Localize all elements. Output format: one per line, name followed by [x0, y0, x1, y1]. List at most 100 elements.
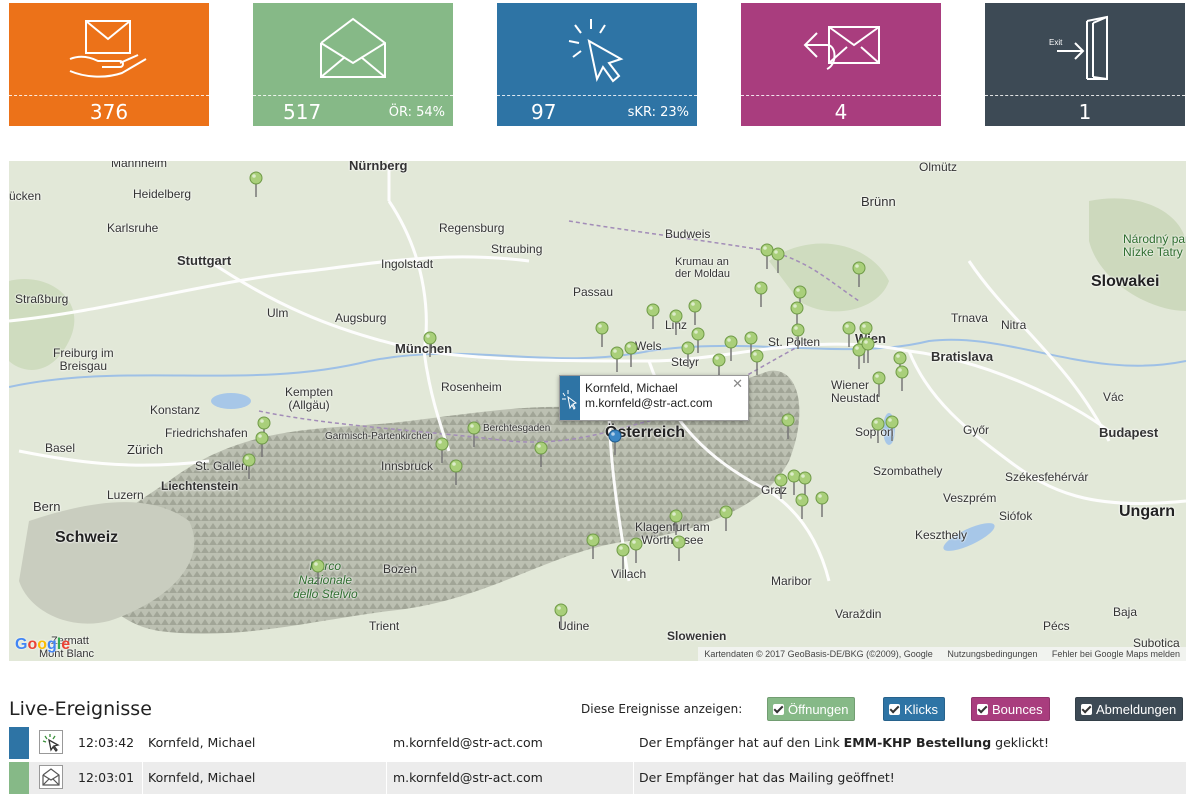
- map-marker-icon[interactable]: [608, 429, 622, 455]
- map-attribution: Kartendaten © 2017 GeoBasis-DE/BKG (©200…: [698, 647, 1186, 661]
- event-message-suffix: geklickt!: [991, 735, 1049, 750]
- map-marker-icon[interactable]: [449, 459, 463, 485]
- map-label: Győr: [963, 423, 990, 437]
- map-marker-icon[interactable]: [774, 473, 788, 499]
- map-data-credit: Kartendaten © 2017 GeoBasis-DE/BKG (©200…: [704, 649, 933, 659]
- map-marker-icon[interactable]: [672, 535, 686, 561]
- map-marker-icon[interactable]: [754, 281, 768, 307]
- filter-openings-label: Öffnungen: [788, 702, 849, 717]
- map-marker-icon[interactable]: [750, 349, 764, 375]
- map-marker-icon[interactable]: [719, 505, 733, 531]
- map-marker-icon[interactable]: [895, 365, 909, 391]
- map-label: Slowenien: [667, 629, 727, 643]
- map-marker-icon[interactable]: [781, 413, 795, 439]
- terms-link[interactable]: Nutzungsbedingungen: [947, 649, 1037, 659]
- map-label: Keszthely: [915, 528, 968, 542]
- map-label: Maribor: [771, 574, 812, 588]
- map-marker-icon[interactable]: [872, 371, 886, 397]
- tile-sent[interactable]: 376: [9, 3, 209, 126]
- event-email: m.kornfeld@str-act.com: [393, 735, 543, 750]
- map-label: St. Gallen: [195, 459, 248, 473]
- map-marker-icon[interactable]: [861, 337, 875, 363]
- tile-unsubscribes[interactable]: Exit 1: [985, 3, 1185, 126]
- map-label: Luzern: [107, 488, 144, 502]
- map-marker-icon[interactable]: [311, 559, 325, 585]
- map-label: Nitra: [1001, 318, 1027, 332]
- map-marker-icon[interactable]: [467, 421, 481, 447]
- tile-divider: [741, 95, 941, 96]
- map-label: Nürnberg: [349, 161, 408, 173]
- map-marker-icon[interactable]: [554, 603, 568, 629]
- close-icon[interactable]: ✕: [732, 376, 743, 392]
- map-marker-icon[interactable]: [624, 341, 638, 367]
- event-type-stripe: [9, 762, 29, 794]
- checkbox-icon: [773, 704, 784, 715]
- map-label: Budapest: [1099, 425, 1159, 440]
- event-row[interactable]: 12:03:01 Kornfeld, Michael m.kornfeld@st…: [9, 762, 1186, 794]
- map-marker-icon[interactable]: [435, 437, 449, 463]
- map-label: Innsbruck: [381, 459, 434, 473]
- map-marker-icon[interactable]: [586, 533, 600, 559]
- map-marker-icon[interactable]: [249, 171, 263, 197]
- map-marker-icon[interactable]: [423, 331, 437, 357]
- map-marker-icon[interactable]: [791, 323, 805, 349]
- map-marker-icon[interactable]: [616, 543, 630, 569]
- map-label: Passau: [573, 285, 614, 299]
- map-marker-icon[interactable]: [815, 491, 829, 517]
- tile-opened[interactable]: 517 ÖR: 54%: [253, 3, 453, 126]
- map-label: Schweiz: [55, 529, 119, 546]
- live-events-title: Live-Ereignisse: [9, 698, 152, 720]
- map-label: Ungarn: [1119, 503, 1175, 520]
- map-label: Straßburg: [15, 292, 69, 306]
- map-marker-icon[interactable]: [255, 431, 269, 457]
- map-label: Berchtesgaden: [483, 423, 551, 434]
- map-info-window: Kornfeld, Michael m.kornfeld@str-act.com…: [559, 375, 749, 421]
- map-label: Bratislava: [931, 349, 994, 364]
- filter-unsubscribes-label: Abmeldungen: [1096, 702, 1177, 717]
- map-marker-icon[interactable]: [646, 303, 660, 329]
- map-marker-icon[interactable]: [610, 346, 624, 372]
- map-marker-icon[interactable]: [885, 415, 899, 441]
- filter-openings[interactable]: Öffnungen: [767, 697, 856, 721]
- report-error-link[interactable]: Fehler bei Google Maps melden: [1052, 649, 1180, 659]
- map-marker-icon[interactable]: [669, 509, 683, 535]
- event-name: Kornfeld, Michael: [148, 735, 256, 750]
- map-marker-icon[interactable]: [669, 309, 683, 335]
- tile-clicks[interactable]: 97 sKR: 23%: [497, 3, 697, 126]
- event-email: m.kornfeld@str-act.com: [393, 770, 543, 785]
- event-name: Kornfeld, Michael: [148, 770, 256, 785]
- map-marker-icon[interactable]: [691, 327, 705, 353]
- map-label: Slowakei: [1091, 273, 1160, 290]
- map-marker-icon[interactable]: [595, 321, 609, 347]
- tile-divider: [985, 95, 1185, 96]
- map-marker-icon[interactable]: [688, 299, 702, 325]
- filter-clicks[interactable]: Klicks: [883, 697, 945, 721]
- map-marker-icon[interactable]: [242, 453, 256, 479]
- event-row[interactable]: 12:03:42 Kornfeld, Michael m.kornfeld@st…: [9, 727, 1186, 759]
- filter-bounces[interactable]: Bounces: [971, 697, 1050, 721]
- tile-bounces[interactable]: 4: [741, 3, 941, 126]
- map-marker-icon[interactable]: [852, 261, 866, 287]
- event-message: Der Empfänger hat das Mailing geöffnet!: [639, 762, 895, 794]
- map-marker-icon[interactable]: [771, 247, 785, 273]
- event-map[interactable]: Nürnberg Mannheim Heidelberg ücken Karls…: [9, 161, 1186, 661]
- map-marker-icon[interactable]: [724, 335, 738, 361]
- map-label: Garmisch-Partenkirchen: [325, 431, 433, 442]
- map-label: Vác: [1103, 390, 1124, 404]
- click-rate: sKR: 23%: [627, 105, 689, 120]
- map-label: Regensburg: [439, 221, 505, 235]
- map-label: Ulm: [267, 306, 289, 320]
- map-label: Mannheim: [111, 161, 168, 170]
- filter-unsubscribes[interactable]: Abmeldungen: [1075, 697, 1184, 721]
- map-label: Friedrichshafen: [165, 426, 248, 440]
- map-label: Szombathely: [873, 464, 943, 478]
- tile-count: 4: [834, 100, 848, 124]
- map-marker-icon[interactable]: [871, 417, 885, 443]
- envelope-hand-icon: [9, 3, 209, 95]
- event-message: Der Empfänger hat auf den Link EMM-KHP B…: [639, 727, 1049, 759]
- column-divider: [633, 762, 634, 794]
- click-icon: [562, 390, 578, 410]
- map-marker-icon[interactable]: [795, 493, 809, 519]
- map-marker-icon[interactable]: [629, 537, 643, 563]
- map-marker-icon[interactable]: [534, 441, 548, 467]
